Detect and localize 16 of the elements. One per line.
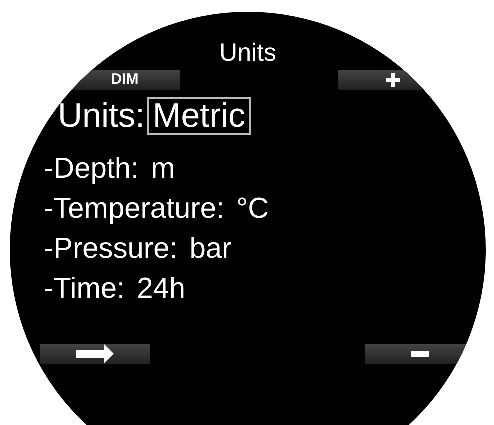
screen-title: Units xyxy=(220,38,276,68)
right-arrow-icon xyxy=(76,344,114,364)
units-label: Units: xyxy=(58,97,145,135)
setting-label: -Time: xyxy=(44,272,126,307)
setting-value: °C xyxy=(236,192,270,227)
setting-label: -Temperature: xyxy=(44,192,225,227)
units-value[interactable]: Metric xyxy=(146,97,252,135)
setting-value: m xyxy=(151,152,176,187)
minus-icon xyxy=(411,351,429,357)
plus-icon xyxy=(386,73,400,87)
setting-value: 24h xyxy=(137,272,186,307)
softkey-button[interactable] xyxy=(40,344,150,364)
dim-button[interactable]: DIM xyxy=(70,70,180,90)
setting-label: -Depth: xyxy=(44,152,140,187)
setting-label: -Pressure: xyxy=(44,232,178,267)
setting-value: bar xyxy=(190,232,232,267)
